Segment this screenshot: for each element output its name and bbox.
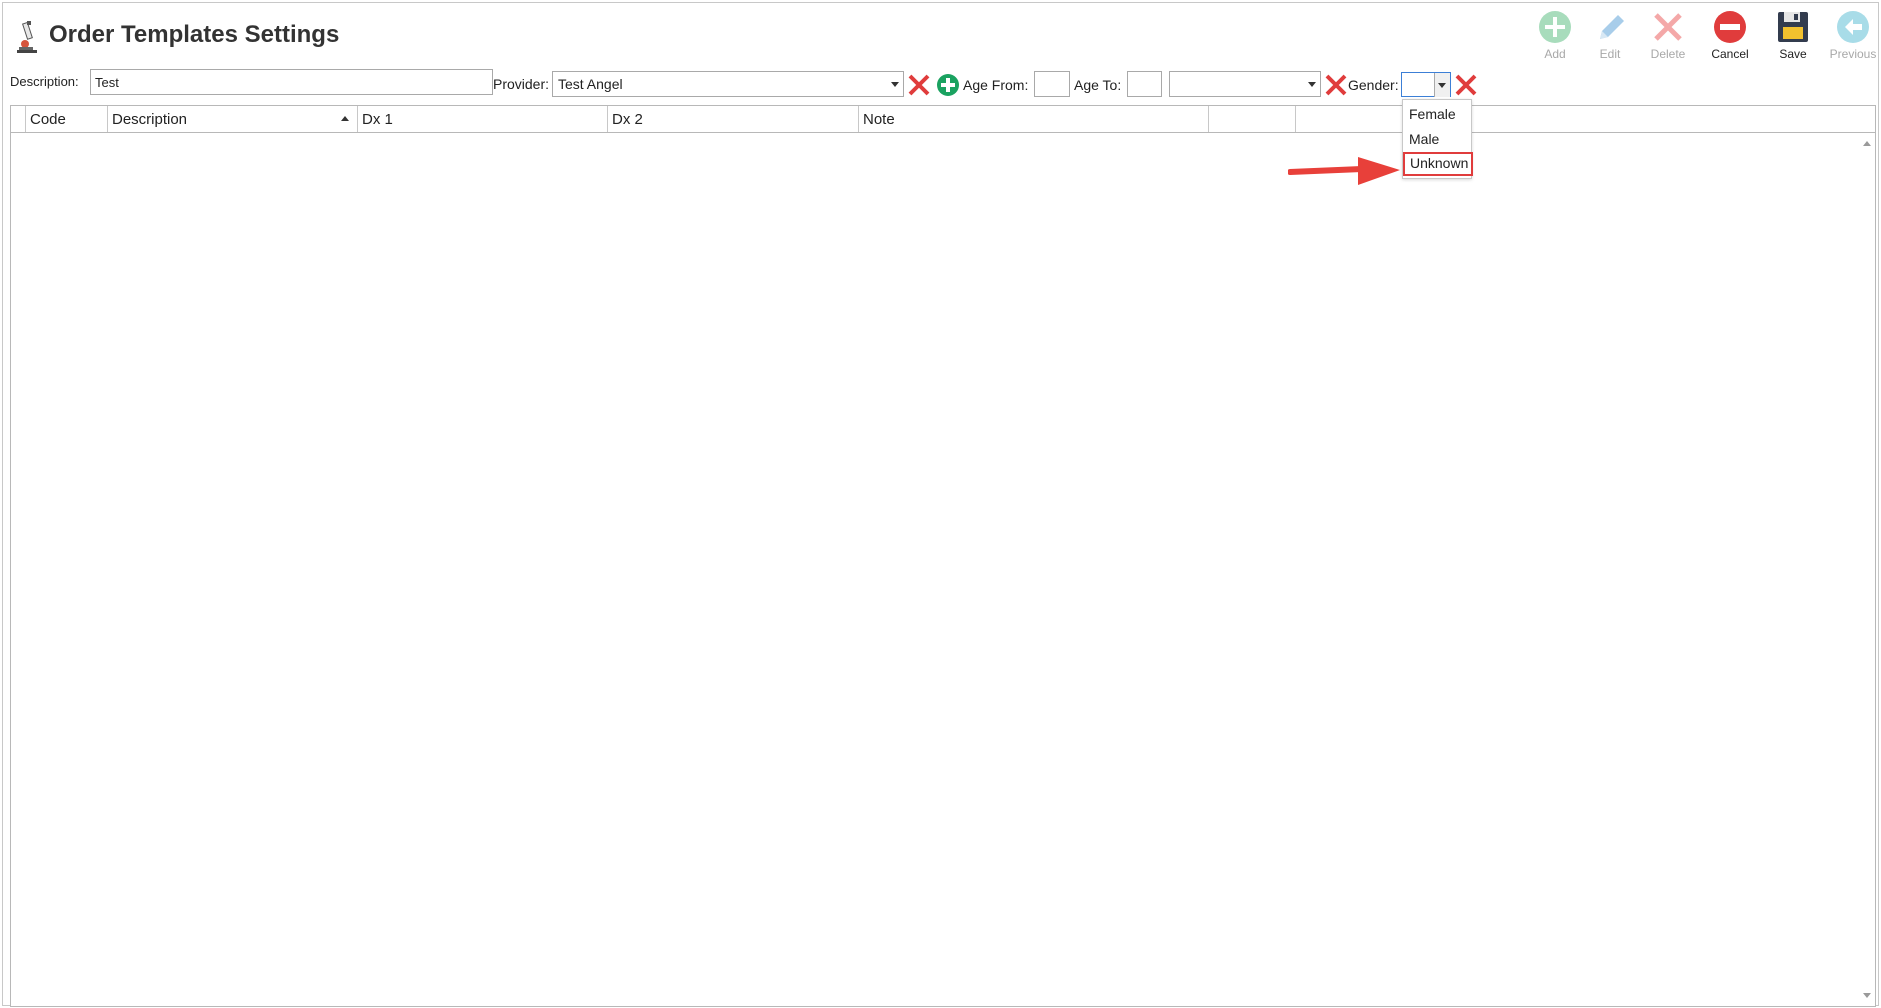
- red-annotation-arrow-icon: [1288, 157, 1400, 185]
- pencil-icon: [1600, 15, 1624, 39]
- description-input[interactable]: [90, 69, 493, 95]
- add-icon: [1539, 11, 1571, 43]
- chevron-down-icon: [1438, 83, 1446, 88]
- chevron-down-icon: [1308, 82, 1316, 87]
- cancel-icon: [1714, 11, 1746, 43]
- column-header-extra-2[interactable]: [1296, 106, 1876, 132]
- provider-value: Test Angel: [558, 76, 623, 92]
- clear-age-x-icon[interactable]: [1324, 73, 1348, 97]
- description-label: Description:: [10, 74, 79, 89]
- edit-button[interactable]: Edit: [1580, 9, 1640, 65]
- column-header-note[interactable]: Note: [859, 106, 1209, 132]
- page-title: Order Templates Settings: [49, 21, 340, 48]
- cancel-button[interactable]: Cancel: [1700, 9, 1760, 65]
- gender-dropdown-list: Female Male Unknown: [1402, 99, 1473, 179]
- gender-option-male[interactable]: Male: [1405, 128, 1469, 150]
- delete-button[interactable]: Delete: [1638, 9, 1698, 65]
- floppy-disk-icon: [1778, 12, 1808, 42]
- age-to-label: Age To:: [1074, 77, 1122, 93]
- grid-vertical-scrollbar[interactable]: [1859, 133, 1875, 1006]
- gender-option-unknown[interactable]: Unknown: [1403, 152, 1473, 176]
- age-from-input[interactable]: [1034, 71, 1070, 97]
- gender-dropdown-button[interactable]: [1434, 73, 1450, 97]
- column-header-dx2[interactable]: Dx 2: [608, 106, 859, 132]
- gender-option-female[interactable]: Female: [1405, 103, 1469, 125]
- column-header-code[interactable]: Code: [26, 106, 108, 132]
- clear-provider-x-icon[interactable]: [907, 73, 931, 97]
- scroll-down-arrow-icon[interactable]: [1863, 993, 1871, 998]
- save-button[interactable]: Save: [1763, 9, 1823, 65]
- order-template-grid: Code Description Dx 1 Dx 2 Note: [10, 105, 1876, 1007]
- microscope-icon: [17, 21, 37, 53]
- delete-x-icon: [1654, 13, 1682, 41]
- column-header-extra-1[interactable]: [1209, 106, 1296, 132]
- provider-combo[interactable]: Test Angel: [552, 71, 904, 97]
- chevron-down-icon: [891, 82, 899, 87]
- age-from-label: Age From:: [963, 77, 1029, 93]
- column-header-description-label: Description: [112, 111, 188, 128]
- previous-button[interactable]: Previous: [1823, 9, 1881, 65]
- age-to-input[interactable]: [1127, 71, 1162, 97]
- provider-label: Provider:: [493, 76, 550, 92]
- add-provider-plus-icon[interactable]: [936, 73, 960, 97]
- column-header-description[interactable]: Description: [108, 106, 358, 132]
- grid-header: Code Description Dx 1 Dx 2 Note: [11, 106, 1875, 133]
- sort-ascending-icon: [341, 116, 349, 121]
- column-header-indicator: [11, 106, 26, 132]
- age-unit-combo[interactable]: [1169, 71, 1321, 97]
- gender-label: Gender:: [1348, 77, 1399, 93]
- add-button[interactable]: Add: [1525, 9, 1585, 65]
- clear-gender-x-icon[interactable]: [1454, 73, 1478, 97]
- scroll-up-arrow-icon[interactable]: [1863, 141, 1871, 146]
- gender-combo[interactable]: [1401, 72, 1451, 97]
- arrow-left-icon: [1837, 11, 1869, 43]
- column-header-dx1[interactable]: Dx 1: [358, 106, 608, 132]
- app-window: Order Templates Settings Add Edit Delete: [2, 2, 1881, 1007]
